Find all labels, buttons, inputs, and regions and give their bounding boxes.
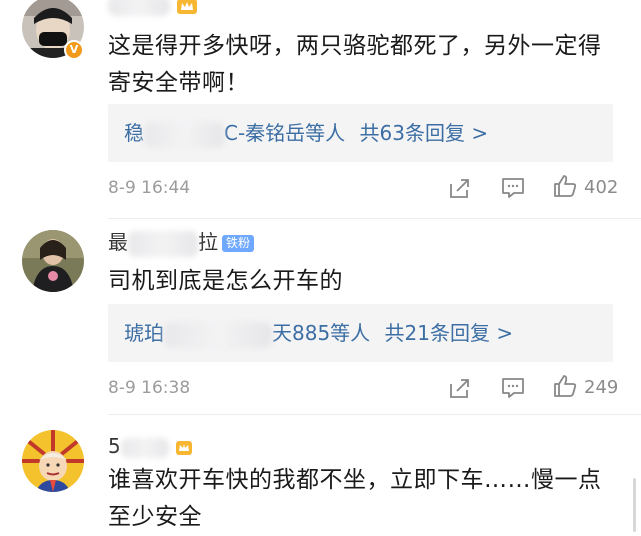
crown-badge-icon bbox=[177, 0, 198, 14]
reply-count: 共21条回复 > bbox=[384, 321, 514, 345]
like-count: 402 bbox=[584, 177, 619, 198]
reply-users: C-秦铭岳等人 bbox=[224, 121, 346, 145]
reply-count: 共63条回复 > bbox=[359, 121, 489, 145]
thumbs-up-icon[interactable] bbox=[552, 373, 578, 399]
verified-badge-icon: V bbox=[64, 40, 84, 60]
replies-link[interactable]: 琥珀 天885等人 共21条回复 > bbox=[124, 320, 513, 348]
person-photo-avatar-icon bbox=[22, 230, 84, 292]
avatar[interactable] bbox=[22, 230, 84, 292]
commenter-name[interactable] bbox=[108, 0, 198, 16]
replies-box[interactable]: 稳 C-秦铭岳等人 共63条回复 > bbox=[108, 104, 613, 162]
timestamp: 8-9 16:44 bbox=[108, 178, 191, 198]
thumbs-up-icon[interactable] bbox=[552, 173, 578, 199]
comment-item: 5 谁喜欢开车快的我都不坐，立即下车……慢一点至少安全 bbox=[0, 415, 641, 532]
timestamp: 8-9 16:38 bbox=[108, 378, 191, 398]
scrollbar[interactable] bbox=[633, 478, 636, 532]
replies-link[interactable]: 稳 C-秦铭岳等人 共63条回复 > bbox=[124, 120, 488, 148]
redacted-name bbox=[144, 121, 224, 148]
name-suffix: 拉 bbox=[198, 230, 218, 254]
share-icon[interactable] bbox=[447, 175, 473, 201]
redacted-name bbox=[108, 0, 170, 16]
commenter-name[interactable]: 5 bbox=[108, 434, 193, 458]
name-prefix: 5 bbox=[108, 434, 121, 458]
redacted-name bbox=[128, 230, 198, 257]
reply-users: 天885等人 bbox=[272, 321, 371, 345]
comment-item: V 这是得开多快呀，两只骆驼都死了，另外一定得寄安全带啊！ 稳 C-秦铭岳等人 共… bbox=[0, 0, 641, 205]
comment-text: 司机到底是怎么开车的 bbox=[108, 268, 343, 294]
redacted-name bbox=[120, 437, 169, 458]
level-badge-icon bbox=[176, 440, 193, 455]
commenter-name[interactable]: 最 拉铁粉 bbox=[108, 230, 255, 257]
comment-icon[interactable] bbox=[500, 175, 526, 201]
reply-user: 琥珀 bbox=[124, 321, 164, 345]
fan-badge: 铁粉 bbox=[222, 235, 255, 252]
name-prefix: 最 bbox=[108, 230, 128, 254]
comment-item: 最 拉铁粉 司机到底是怎么开车的 琥珀 天885等人 共21条回复 > 8-9 16… bbox=[0, 219, 641, 419]
cartoon-face-avatar-icon bbox=[22, 430, 84, 492]
reply-user: 稳 bbox=[124, 121, 144, 145]
comment-text: 这是得开多快呀，两只骆驼都死了，另外一定得寄安全带啊！ bbox=[108, 33, 602, 96]
share-icon[interactable] bbox=[447, 375, 473, 401]
redacted-name bbox=[164, 321, 272, 348]
replies-box[interactable]: 琥珀 天885等人 共21条回复 > bbox=[108, 304, 613, 362]
comment-text: 谁喜欢开车快的我都不坐，立即下车……慢一点至少安全 bbox=[108, 467, 602, 530]
like-count: 249 bbox=[584, 377, 619, 398]
avatar[interactable] bbox=[22, 430, 84, 492]
comment-icon[interactable] bbox=[500, 375, 526, 401]
